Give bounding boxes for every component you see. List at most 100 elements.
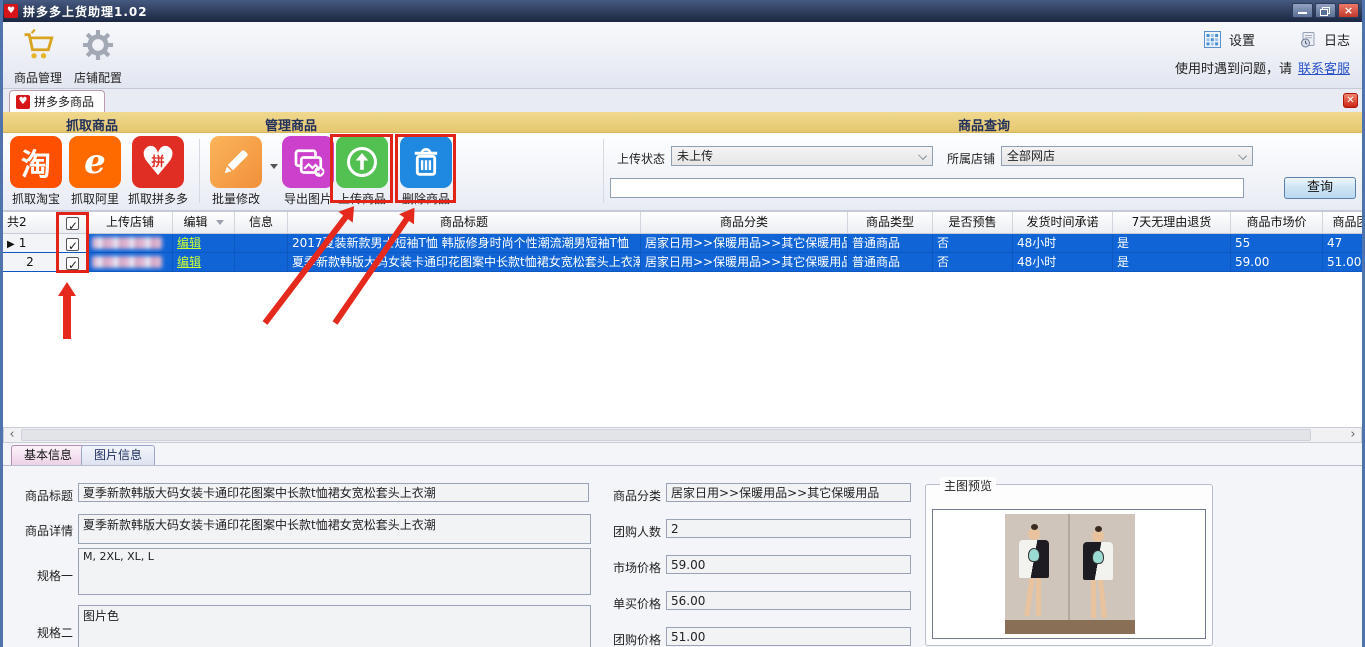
pencil-icon (210, 136, 262, 188)
edit-link[interactable]: 编辑 (177, 236, 201, 250)
chevron-down-icon (1238, 151, 1247, 160)
horizontal-scrollbar[interactable]: ‹ › (3, 427, 1362, 443)
gear-icon (79, 29, 117, 68)
market-price-label: 市场价格 (612, 561, 661, 575)
market-price-field[interactable] (666, 555, 911, 574)
title-cell: 夏季新款韩版大码女装卡通印花图案中长款t恤裙女宽松套头上衣潮 (288, 253, 641, 272)
tab-basic-info[interactable]: 基本信息 (11, 445, 86, 465)
seven-day-cell: 是 (1113, 234, 1231, 253)
sort-icon (215, 220, 224, 225)
col-seven-day[interactable]: 7天无理由退货 (1113, 212, 1231, 233)
minimize-button[interactable] (1292, 3, 1313, 18)
grab-pinduoduo-button[interactable]: ♥ 拼 抓取拼多多 (127, 136, 189, 207)
tab-close-icon[interactable]: ✕ (1343, 93, 1358, 108)
app-logo-icon: ♥ (4, 4, 18, 18)
pinduoduo-icon: ♥ 拼 (132, 136, 184, 188)
current-row-marker-icon: ▶ (7, 239, 15, 250)
group-price-cell: 47 (1323, 234, 1362, 253)
export-images-icon (282, 136, 334, 188)
edit-link[interactable]: 编辑 (177, 255, 201, 269)
alibaba-icon: e (69, 136, 121, 188)
spec2-field-label: 规格二 (36, 626, 73, 640)
export-images-button[interactable]: 导出图片 (280, 136, 336, 207)
main-image-preview-group: 主图预览 (925, 477, 1213, 646)
basic-info-form: 商品标题 商品详情 夏季新款韩版大码女装卡通印花图案中长款t恤裙女宽松套头上衣潮… (3, 465, 1362, 647)
col-ship-time[interactable]: 发货时间承诺 (1013, 212, 1113, 233)
type-cell: 普通商品 (848, 253, 933, 272)
col-type[interactable]: 商品类型 (848, 212, 933, 233)
batch-edit-dropdown-icon[interactable] (270, 164, 278, 169)
info-cell (235, 253, 288, 272)
row-count-header: 共2 (3, 212, 58, 233)
search-button[interactable]: 查询 (1284, 177, 1356, 199)
preview-label: 主图预览 (940, 477, 997, 494)
shop-select[interactable]: 全部网店 (1001, 146, 1253, 166)
tab-pdd-products[interactable]: ♥ 拼多多商品 (9, 90, 106, 112)
tab-image-info[interactable]: 图片信息 (81, 445, 156, 465)
app-window: ♥ 拼多多上货助理1.02 × 商品管理 店铺配置 设置 日志 使用时遇到问题，… (0, 0, 1365, 647)
document-tabstrip: ♥ 拼多多商品 ✕ (3, 89, 1362, 112)
log-button[interactable]: 日志 (1324, 30, 1350, 49)
upload-status-select[interactable]: 未上传 (671, 146, 933, 166)
table-row[interactable]: 2 编辑 夏季新款韩版大码女装卡通印花图案中长款t恤裙女宽松套头上衣潮 居家日用… (3, 253, 1362, 272)
detail-field-label: 商品详情 (24, 524, 73, 538)
title-cell: 2017夏装新款男士短袖T恤 韩版修身时尚个性潮流潮男短袖T恤 (288, 234, 641, 253)
scroll-right-icon[interactable]: › (1345, 428, 1361, 442)
shop-config-button[interactable]: 店铺配置 (69, 26, 127, 86)
grab-taobao-button[interactable]: 淘 抓取淘宝 (8, 136, 64, 207)
upload-status-label: 上传状态 (617, 152, 666, 166)
spec1-field[interactable]: M, 2XL, XL, L (78, 548, 591, 595)
col-info[interactable]: 信息 (235, 212, 288, 233)
detail-field[interactable]: 夏季新款韩版大码女装卡通印花图案中长款t恤裙女宽松套头上衣潮 (78, 514, 591, 544)
title-bar: ♥ 拼多多上货助理1.02 × (3, 0, 1362, 22)
annotation-box-checkbox-column (56, 212, 89, 273)
group-price-cell: 59.00 (1231, 253, 1323, 272)
col-market-price[interactable]: 商品市场价 (1231, 212, 1323, 233)
table-row[interactable]: ▶1 编辑 2017夏装新款男士短袖T恤 韩版修身时尚个性潮流潮男短袖T恤 居家… (3, 234, 1362, 253)
col-group-price[interactable]: 商品团购价 (1323, 212, 1362, 233)
single-price-label: 单买价格 (612, 597, 661, 611)
window-title: 拼多多上货助理1.02 (23, 4, 148, 19)
annotation-box-upload-button (330, 134, 393, 203)
settings-button[interactable]: 设置 (1229, 30, 1255, 49)
category-field[interactable] (666, 483, 911, 502)
annotation-arrow-checkboxes (63, 295, 71, 339)
presale-cell: 否 (933, 234, 1013, 253)
col-presale[interactable]: 是否预售 (933, 212, 1013, 233)
grab-alibaba-button[interactable]: e 抓取阿里 (67, 136, 123, 207)
store-name-redacted (88, 253, 173, 272)
group-price-field[interactable] (666, 627, 911, 646)
close-button[interactable]: × (1338, 3, 1359, 18)
detail-panel: 基本信息 图片信息 商品标题 商品详情 夏季新款韩版大码女装卡通印花图案中长款t… (3, 443, 1362, 647)
title-field[interactable] (78, 483, 589, 502)
product-photo (1005, 514, 1135, 634)
settings-grid-icon (1203, 31, 1221, 48)
product-manage-button[interactable]: 商品管理 (9, 26, 67, 86)
batch-edit-button[interactable]: 批量修改 (208, 136, 278, 207)
category-cell: 居家日用>>保暖用品>>其它保暖用品 (641, 253, 848, 272)
col-edit[interactable]: 编辑 (173, 212, 235, 233)
help-text: 使用时遇到问题，请 (1174, 62, 1292, 77)
ship-time-cell: 48小时 (1013, 253, 1113, 272)
col-category[interactable]: 商品分类 (641, 212, 848, 233)
spec1-field-label: 规格一 (36, 569, 73, 583)
contact-support-link[interactable]: 联系客服 (1298, 62, 1350, 77)
title-field-label: 商品标题 (24, 489, 73, 503)
group-price-label: 团购价格 (612, 633, 661, 647)
product-grid: 共2 上传店铺 编辑 信息 商品标题 商品分类 商品类型 是否预售 发货时间承诺… (3, 211, 1362, 427)
ribbon: 淘 抓取淘宝 e 抓取阿里 ♥ 拼 抓取拼多多 批量修改 导出图片 上传商品 删… (3, 133, 1362, 211)
category-cell: 居家日用>>保暖用品>>其它保暖用品 (641, 234, 848, 253)
keyword-input[interactable] (610, 178, 1244, 198)
single-price-field[interactable] (666, 591, 911, 610)
toolbtn-label: 商品管理 (13, 71, 62, 85)
scrollbar-thumb[interactable] (21, 429, 1311, 441)
category-field-label: 商品分类 (612, 489, 661, 503)
spec2-field[interactable]: 图片色 (78, 605, 591, 647)
scroll-left-icon[interactable]: ‹ (4, 428, 20, 442)
col-store[interactable]: 上传店铺 (88, 212, 173, 233)
chevron-down-icon (918, 151, 927, 160)
restore-button[interactable] (1315, 3, 1336, 18)
section-manage: 管理商品 (265, 119, 318, 134)
group-count-field[interactable] (666, 519, 911, 538)
store-name-redacted (88, 234, 173, 253)
